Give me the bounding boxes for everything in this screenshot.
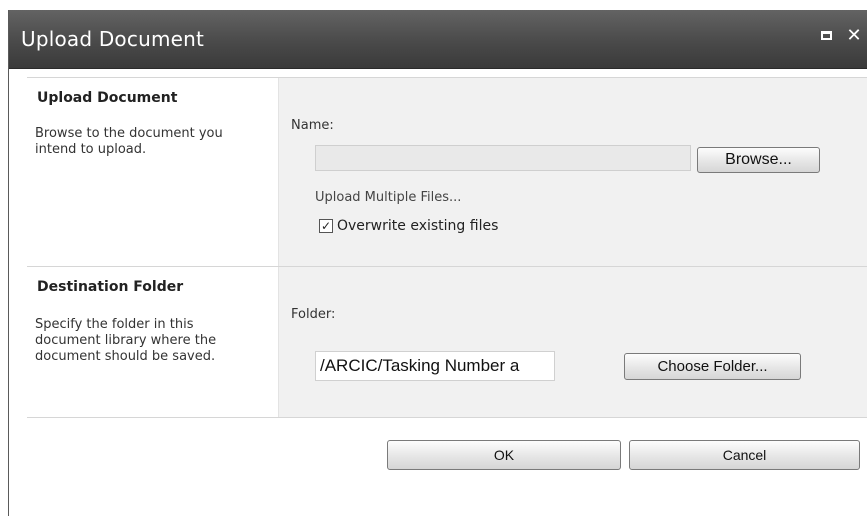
overwrite-option: ✓ Overwrite existing files [319, 218, 498, 234]
dialog-titlebar: Upload Document ✕ [9, 10, 867, 69]
cancel-button[interactable]: Cancel [629, 440, 860, 470]
maximize-icon[interactable] [815, 24, 837, 46]
overwrite-label[interactable]: Overwrite existing files [337, 218, 498, 234]
upload-multiple-files-link[interactable]: Upload Multiple Files... [315, 190, 461, 205]
choose-folder-button[interactable]: Choose Folder... [624, 353, 801, 380]
destination-section-description: Specify the folder in this document libr… [35, 317, 217, 364]
dialog-title: Upload Document [21, 27, 205, 51]
upload-section-description: Browse to the document you intend to upl… [35, 126, 223, 157]
upload-section-fields: Name: Browse... Upload Multiple Files...… [279, 78, 867, 266]
upload-document-dialog: Upload Document ✕ Upload Document Browse… [8, 10, 867, 516]
check-icon: ✓ [320, 219, 332, 233]
close-icon[interactable]: ✕ [843, 24, 865, 46]
upload-section-info: Upload Document Browse to the document y… [27, 78, 279, 266]
folder-input[interactable]: /ARCIC/Tasking Number a [315, 351, 555, 381]
overwrite-checkbox[interactable]: ✓ [319, 219, 333, 233]
upload-section-heading: Upload Document [37, 90, 178, 106]
upload-document-section: Upload Document Browse to the document y… [27, 77, 867, 266]
destination-section-heading: Destination Folder [37, 279, 184, 295]
ok-button[interactable]: OK [387, 440, 621, 470]
destination-section-fields: Folder: /ARCIC/Tasking Number a Choose F… [279, 267, 867, 417]
folder-label: Folder: [291, 307, 336, 322]
name-label: Name: [291, 118, 334, 133]
destination-folder-section: Destination Folder Specify the folder in… [27, 266, 867, 418]
browse-button[interactable]: Browse... [697, 147, 820, 173]
file-name-input[interactable] [315, 145, 691, 171]
destination-section-info: Destination Folder Specify the folder in… [27, 267, 279, 417]
